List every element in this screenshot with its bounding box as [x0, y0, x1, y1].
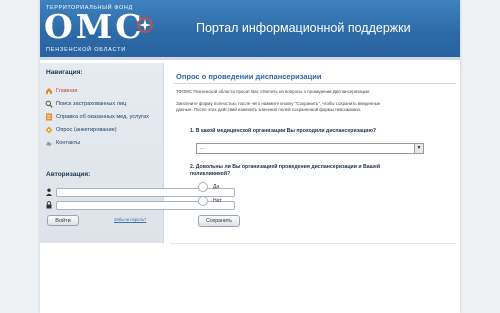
logo-star-icon — [137, 17, 153, 33]
sidebar-item-home[interactable]: Главная — [45, 85, 163, 96]
instruction-line-2: данные. После этих действий изменить зна… — [176, 107, 362, 112]
sidebar-item-label: Контакты — [56, 139, 81, 146]
question-2-label-line-2: поликлиникой? — [190, 171, 231, 177]
page-frame: ТЕРРИТОРИАЛЬНЫЙ ФОНД ОМС ПЕНЗЕНСКОЙ ОБЛА… — [40, 0, 460, 313]
search-icon — [45, 100, 53, 108]
radio-yes[interactable] — [198, 182, 208, 192]
user-icon — [46, 188, 52, 196]
auth-heading: Авторизация: — [46, 171, 91, 178]
select-value: ... — [200, 145, 205, 151]
content-divider — [170, 243, 456, 244]
sidebar-item-label: Поиск застрахованных лиц — [56, 100, 127, 107]
sidebar-item-label: Опрос (анкетирование) — [56, 126, 117, 133]
question-2-label-line-1: 2. Довольны ли Вы организацией проведени… — [190, 164, 381, 170]
home-icon — [45, 87, 53, 95]
option-yes-label: Да — [213, 184, 220, 190]
login-button[interactable]: Войти — [47, 215, 79, 226]
contacts-icon — [45, 139, 53, 147]
title-divider — [174, 83, 456, 84]
logo-bottom-text: ПЕНЗЕНСКОЙ ОБЛАСТИ — [46, 47, 126, 53]
sidebar: Навигация: Главная Поиск застрахованных … — [40, 63, 235, 243]
sidebar-item-label: Справка об оказанных мед. услугах — [56, 113, 149, 120]
option-yes[interactable]: Да — [198, 182, 219, 192]
survey-icon — [45, 126, 53, 134]
forgot-password-link[interactable]: Забыли пароль? — [114, 217, 146, 222]
option-no-label: Нет — [213, 198, 222, 204]
intro-text: ТФОМС Пензенской области просит Вас отве… — [176, 89, 371, 94]
sidebar-item-survey[interactable]: Опрос (анкетирование) — [45, 124, 163, 135]
save-button[interactable]: Сохранить — [198, 215, 240, 227]
password-row — [46, 200, 235, 210]
chevron-down-icon[interactable]: ▼ — [414, 144, 423, 153]
sidebar-item-search[interactable]: Поиск застрахованных лиц — [45, 98, 163, 109]
radio-no[interactable] — [198, 196, 208, 206]
option-no[interactable]: Нет — [198, 196, 222, 206]
sidebar-item-label: Главная — [56, 87, 78, 94]
portal-title: Портал информационной поддержки — [196, 21, 411, 35]
organization-select[interactable]: ... ▼ — [196, 143, 424, 154]
lock-icon — [46, 201, 52, 209]
instruction-line-1: Заполните форму полностью, после чего на… — [176, 101, 381, 106]
site-header: ТЕРРИТОРИАЛЬНЫЙ ФОНД ОМС ПЕНЗЕНСКОЙ ОБЛА… — [40, 0, 460, 60]
document-icon — [45, 113, 53, 121]
logo-main-text: ОМС — [44, 7, 145, 46]
page-title: Опрос о проведении диспансеризации — [176, 72, 322, 81]
sidebar-item-reference[interactable]: Справка об оказанных мед. услугах — [45, 111, 163, 122]
nav-heading: Навигация: — [46, 69, 83, 76]
login-row — [46, 187, 235, 197]
sidebar-item-contacts[interactable]: Контакты — [45, 137, 163, 148]
question-1-label: 1. В какой медицинской организации Вы пр… — [190, 128, 377, 134]
logo[interactable]: ТЕРРИТОРИАЛЬНЫЙ ФОНД ОМС ПЕНЗЕНСКОЙ ОБЛА… — [44, 3, 156, 55]
